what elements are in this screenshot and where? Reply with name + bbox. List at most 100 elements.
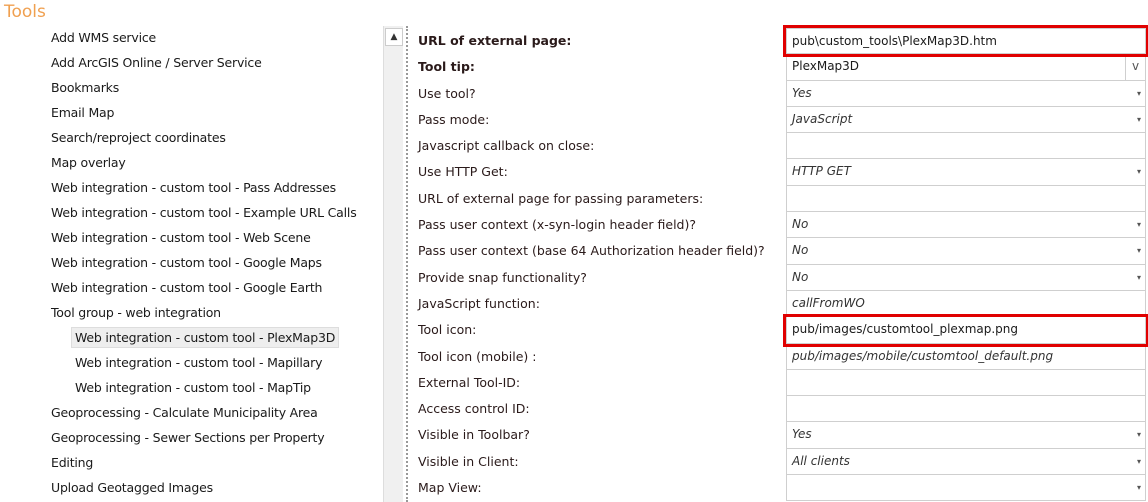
property-label: URL of external page: (418, 33, 572, 48)
tool-list-item-label: Geoprocessing - Sewer Sections per Prope… (51, 430, 325, 445)
dropdown-arrow-icon[interactable]: ▾ (1137, 449, 1141, 474)
tool-list-item[interactable]: Email Map (0, 100, 380, 125)
tool-list-item[interactable]: Web integration - custom tool - PlexMap3… (0, 325, 380, 350)
property-row: Use HTTP Get: HTTP GET ▾ (418, 159, 1148, 186)
property-value: HTTP GET (792, 164, 851, 179)
property-row: Pass user context (base 64 Authorization… (418, 238, 1148, 265)
property-value-field[interactable] (786, 185, 1146, 213)
property-value-field[interactable]: pub/images/customtool_plexmap.png (783, 314, 1148, 347)
tool-list-item-label: Web integration - custom tool - Google E… (51, 280, 323, 295)
tool-list-item[interactable]: Add ArcGIS Online / Server Service (0, 50, 380, 75)
property-row: Pass mode: JavaScript ▾ (418, 106, 1148, 134)
property-row: Tool icon (mobile) : pub/images/mobile/cu… (418, 343, 1148, 370)
dropdown-arrow-icon[interactable]: ▾ (1137, 238, 1141, 263)
property-value: PlexMap3D (792, 59, 860, 74)
property-row: Tool icon: pub/images/customtool_plexmap.… (418, 314, 1148, 347)
splitter[interactable] (406, 26, 408, 502)
dropdown-arrow-icon[interactable]: ▾ (1137, 107, 1141, 132)
property-value-field[interactable] (786, 369, 1146, 397)
property-value-field[interactable]: JavaScript ▾ (786, 106, 1146, 134)
property-row: Tool tip: PlexMap3D v (418, 54, 1148, 81)
property-row: Use tool? Yes ▾ (418, 80, 1148, 107)
tool-list-item-label: Search/reproject coordinates (51, 130, 226, 145)
property-value-field[interactable]: No ▾ (786, 238, 1146, 265)
tool-list-item[interactable]: Web integration - custom tool - Mapillar… (0, 350, 380, 375)
tool-list-item[interactable]: Add WMS service (0, 25, 380, 50)
property-value-field[interactable] (786, 133, 1146, 160)
dropdown-arrow-icon[interactable]: ▾ (1137, 81, 1141, 106)
property-label: Tool tip: (418, 59, 475, 75)
property-row: Visible in Toolbar? Yes ▾ (418, 422, 1148, 449)
tool-list-item-label: Editing (51, 455, 94, 470)
tool-list-item-label: Web integration - custom tool - Mapillar… (75, 355, 323, 370)
property-label: Tool icon (mobile) : (418, 348, 537, 364)
property-value-field[interactable]: HTTP GET ▾ (786, 159, 1146, 186)
property-label: Visible in Toolbar? (418, 427, 530, 443)
property-label: Use tool? (418, 85, 476, 101)
property-label: Javascript callback on close: (418, 138, 595, 154)
tool-list-item-label: Email Map (51, 105, 115, 120)
property-label: External Tool-ID: (418, 374, 521, 390)
property-value-field[interactable]: No ▾ (786, 212, 1146, 239)
property-value: pub\custom_tools\PlexMap3D.htm (792, 34, 997, 48)
property-value-field[interactable]: Yes ▾ (786, 422, 1146, 449)
tool-list-item[interactable]: Map overlay (0, 150, 380, 175)
dropdown-arrow-icon[interactable]: ▾ (1137, 265, 1141, 290)
tool-list-item-label: Web integration - custom tool - MapTip (75, 380, 311, 395)
tool-list-item[interactable]: Geoprocessing - Calculate Municipality A… (0, 400, 380, 425)
tool-list-item[interactable]: Web integration - custom tool - Example … (0, 200, 380, 225)
tool-list-item[interactable]: Web integration - custom tool - Google E… (0, 275, 380, 300)
tool-list-item[interactable]: Web integration - custom tool - Google M… (0, 250, 380, 275)
tool-list-item-label: Geoprocessing - Calculate Municipality A… (51, 405, 318, 420)
scroll-up-icon[interactable]: ▲ (385, 28, 403, 46)
scrollbar[interactable]: ▲ (383, 26, 403, 502)
tool-list-item[interactable]: Editing (0, 450, 380, 475)
tool-list-item[interactable]: Search/reproject coordinates (0, 125, 380, 150)
property-value-field[interactable]: All clients ▾ (786, 448, 1146, 476)
property-value-field[interactable]: pub/images/mobile/customtool_default.png (786, 343, 1146, 370)
property-value: All clients (792, 453, 850, 468)
property-value: No (792, 269, 809, 284)
property-value-field[interactable]: No ▾ (786, 264, 1146, 291)
property-label: Visible in Client: (418, 453, 519, 469)
property-value: pub/images/customtool_plexmap.png (792, 322, 1019, 337)
dropdown-arrow-icon[interactable]: ▾ (1137, 422, 1141, 447)
property-row: URL of external page for passing paramet… (418, 185, 1148, 213)
tool-list-item[interactable]: Bookmarks (0, 75, 380, 100)
property-row: Pass user context (x-syn-login header fi… (418, 212, 1148, 239)
property-label: Pass user context (x-syn-login header fi… (418, 217, 697, 233)
property-value-field[interactable]: PlexMap3D v (786, 54, 1146, 81)
property-value: No (792, 217, 809, 232)
property-row: Javascript callback on close: (418, 133, 1148, 160)
property-label: Access control ID: (418, 401, 530, 417)
dropdown-arrow-icon[interactable]: ▾ (1137, 159, 1141, 184)
tool-list-item[interactable]: Web integration - custom tool - MapTip (0, 375, 380, 400)
tool-list-item-label: Web integration - custom tool - Example … (51, 205, 357, 220)
property-value: pub/images/mobile/customtool_default.png (792, 348, 1054, 363)
tool-list-item-label: Map overlay (51, 155, 126, 170)
property-row: Access control ID: (418, 396, 1148, 423)
tool-list-item-label: Tool group - web integration (51, 305, 221, 320)
tool-list-item[interactable]: Upload Geotagged Images (0, 475, 380, 500)
property-row: Provide snap functionality? No ▾ (418, 264, 1148, 291)
property-label: Map View: (418, 480, 482, 496)
property-value-field[interactable]: Yes ▾ (786, 80, 1146, 107)
property-label: Tool icon: (418, 322, 477, 338)
tool-list-item[interactable]: Web integration - custom tool - Web Scen… (0, 225, 380, 250)
property-value: No (792, 243, 809, 258)
property-value-field[interactable]: ▾ (786, 475, 1146, 502)
property-value-field[interactable]: callFromWO (786, 290, 1146, 318)
property-value-field[interactable]: pub\custom_tools\PlexMap3D.htm (783, 24, 1148, 58)
dropdown-arrow-icon[interactable]: ▾ (1137, 212, 1141, 237)
expand-button[interactable]: v (1125, 54, 1145, 80)
property-row: JavaScript function: callFromWO (418, 290, 1148, 318)
tool-list-item[interactable]: Tool group - web integration (0, 300, 380, 325)
tool-list-item[interactable]: Geoprocessing - Sewer Sections per Prope… (0, 425, 380, 450)
tool-list-item-label: Upload Geotagged Images (51, 480, 213, 495)
property-row: Visible in Client: All clients ▾ (418, 448, 1148, 476)
property-row: URL of external page: pub\custom_tools\Pl… (418, 24, 1148, 58)
property-value-field[interactable] (786, 396, 1146, 423)
dropdown-arrow-icon[interactable]: ▾ (1137, 475, 1141, 500)
property-value: Yes (792, 427, 812, 442)
tool-list-item[interactable]: Web integration - custom tool - Pass Add… (0, 175, 380, 200)
